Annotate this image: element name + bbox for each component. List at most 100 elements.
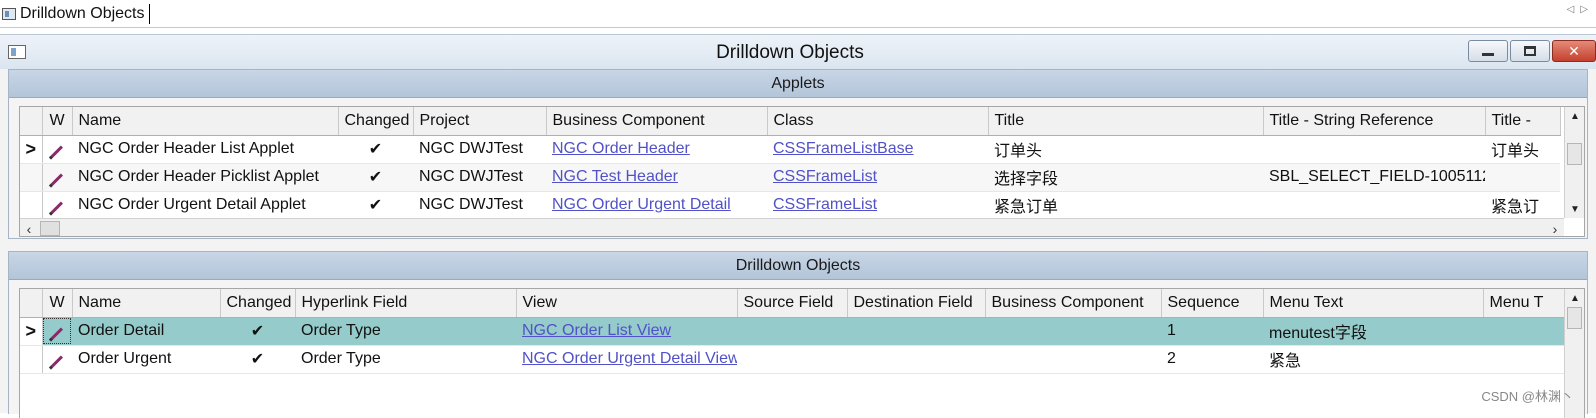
column-header[interactable]: Class [767, 107, 989, 136]
table-row[interactable]: > NGC Order Header List Applet ✔ NGC DWJ… [20, 135, 1560, 164]
view-link[interactable]: NGC Order Urgent Detail View [516, 345, 737, 374]
class-link[interactable]: CSSFrameList [767, 191, 988, 220]
column-header[interactable]: Hyperlink Field [295, 289, 517, 318]
column-header[interactable]: Business Component [985, 289, 1162, 318]
row-selector[interactable]: > [20, 135, 43, 164]
scroll-left-icon[interactable]: ‹ [20, 219, 38, 236]
view-link[interactable]: NGC Order List View [516, 317, 737, 346]
row-selector[interactable] [20, 163, 43, 192]
tab-next-icon[interactable]: ▷ [1580, 4, 1588, 15]
title-cell[interactable]: 订单头 [988, 135, 1263, 164]
writable-cell [42, 163, 72, 192]
class-link[interactable]: CSSFrameList [767, 163, 988, 192]
column-header[interactable]: Title - [1485, 107, 1561, 136]
business-component-link[interactable]: NGC Test Header [546, 163, 767, 192]
business-component-cell[interactable] [985, 345, 1161, 374]
column-header[interactable]: W [42, 289, 73, 318]
scroll-down-icon[interactable]: ▼ [1565, 200, 1584, 218]
title-cell[interactable]: 选择字段 [988, 163, 1263, 192]
drilldown-grid: W Name Changed Hyperlink Field View Sour… [19, 288, 1585, 418]
close-button[interactable]: ✕ [1552, 40, 1596, 62]
column-header[interactable]: Title [988, 107, 1264, 136]
scroll-thumb[interactable] [1567, 307, 1582, 329]
column-header[interactable]: Title - String Reference [1263, 107, 1486, 136]
destination-field-cell[interactable] [847, 345, 985, 374]
window-titlebar[interactable]: Drilldown Objects ✕ [0, 35, 1596, 69]
title-overflow-cell[interactable]: 订单头 [1485, 135, 1560, 164]
current-row-icon: > [25, 138, 36, 159]
applets-vertical-scrollbar[interactable]: ▲ ▼ [1564, 107, 1584, 218]
menu-overflow-cell[interactable] [1483, 317, 1570, 346]
scroll-up-icon[interactable]: ▲ [1565, 289, 1584, 307]
table-row[interactable]: NGC Order Urgent Detail Applet ✔ NGC DWJ… [20, 191, 1560, 220]
title-string-ref-cell[interactable] [1263, 135, 1485, 164]
source-field-cell[interactable] [737, 345, 847, 374]
name-cell[interactable]: NGC Order Header List Applet [72, 135, 338, 164]
menu-text-cell[interactable]: 紧急 [1263, 345, 1483, 374]
pencil-icon [51, 355, 64, 368]
row-selector[interactable] [20, 345, 43, 374]
name-cell[interactable]: Order Detail [72, 317, 220, 346]
maximize-button[interactable] [1510, 40, 1550, 62]
row-selector[interactable] [20, 191, 43, 220]
destination-field-cell[interactable] [847, 317, 985, 346]
column-header[interactable]: Changed [220, 289, 296, 318]
name-cell[interactable]: NGC Order Urgent Detail Applet [72, 191, 338, 220]
maximize-icon [1524, 46, 1536, 56]
title-string-ref-cell[interactable] [1263, 191, 1485, 220]
column-header[interactable]: Menu Text [1263, 289, 1484, 318]
column-header[interactable]: Sequence [1161, 289, 1264, 318]
sequence-cell[interactable]: 1 [1161, 317, 1263, 346]
menu-text-cell[interactable]: menutest字段 [1263, 317, 1483, 346]
row-selector-header[interactable] [20, 107, 43, 136]
column-header[interactable]: Name [72, 289, 221, 318]
table-row[interactable]: > Order Detail ✔ Order Type NGC Order Li… [20, 317, 1570, 346]
column-header[interactable]: Destination Field [847, 289, 986, 318]
column-header[interactable]: Menu T [1483, 289, 1571, 318]
document-tab-strip: Drilldown Objects ◁ ▷ [0, 0, 1596, 28]
project-cell[interactable]: NGC DWJTest [413, 135, 546, 164]
writable-cell[interactable] [42, 317, 72, 346]
column-header[interactable]: Name [72, 107, 339, 136]
title-string-ref-cell[interactable]: SBL_SELECT_FIELD-1005112 [1263, 163, 1485, 192]
name-cell[interactable]: NGC Order Header Picklist Applet [72, 163, 338, 192]
column-header[interactable]: Project [413, 107, 547, 136]
column-header[interactable]: View [516, 289, 738, 318]
class-link[interactable]: CSSFrameListBase [767, 135, 988, 164]
sequence-cell[interactable]: 2 [1161, 345, 1263, 374]
project-cell[interactable]: NGC DWJTest [413, 163, 546, 192]
column-header[interactable]: W [42, 107, 73, 136]
project-cell[interactable]: NGC DWJTest [413, 191, 546, 220]
writable-cell [42, 191, 72, 220]
title-cell[interactable]: 紧急订单 [988, 191, 1263, 220]
source-field-cell[interactable] [737, 317, 847, 346]
scroll-up-icon[interactable]: ▲ [1565, 107, 1584, 125]
table-row[interactable]: Order Urgent ✔ Order Type NGC Order Urge… [20, 345, 1570, 374]
column-header[interactable]: Source Field [737, 289, 848, 318]
changed-cell: ✔ [220, 317, 295, 346]
scroll-right-icon[interactable]: › [1546, 219, 1564, 236]
close-icon: ✕ [1568, 42, 1580, 59]
menu-overflow-cell[interactable] [1483, 345, 1570, 374]
title-overflow-cell[interactable] [1485, 163, 1560, 192]
scroll-thumb[interactable] [40, 221, 60, 236]
title-overflow-cell[interactable]: 紧急订 [1485, 191, 1560, 220]
drilldown-table: W Name Changed Hyperlink Field View Sour… [20, 289, 1571, 374]
document-tab[interactable]: Drilldown Objects [2, 2, 151, 26]
tab-prev-icon[interactable]: ◁ [1567, 4, 1575, 15]
name-cell[interactable]: Order Urgent [72, 345, 220, 374]
hyperlink-field-cell[interactable]: Order Type [295, 317, 516, 346]
business-component-link[interactable]: NGC Order Urgent Detail [546, 191, 767, 220]
minimize-button[interactable] [1468, 40, 1508, 62]
business-component-link[interactable]: NGC Order Header [546, 135, 767, 164]
applets-horizontal-scrollbar[interactable]: ‹ › [20, 218, 1564, 236]
drilldown-header-row: W Name Changed Hyperlink Field View Sour… [20, 289, 1571, 318]
hyperlink-field-cell[interactable]: Order Type [295, 345, 516, 374]
row-selector-header[interactable] [20, 289, 43, 318]
column-header[interactable]: Business Component [546, 107, 768, 136]
business-component-cell[interactable] [985, 317, 1161, 346]
column-header[interactable]: Changed [338, 107, 414, 136]
scroll-thumb[interactable] [1567, 143, 1582, 165]
table-row[interactable]: NGC Order Header Picklist Applet ✔ NGC D… [20, 163, 1560, 192]
row-selector[interactable]: > [20, 317, 43, 346]
